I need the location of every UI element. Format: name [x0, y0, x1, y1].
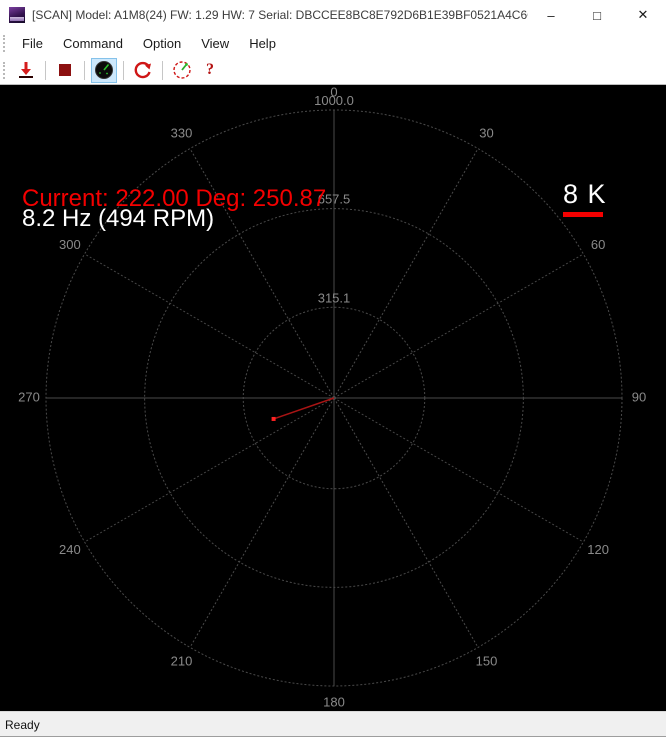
angle-tick-label: 150 — [476, 654, 498, 669]
toolbar: ? — [0, 56, 666, 85]
menubar-gripper-icon[interactable] — [3, 35, 6, 52]
polar-spoke — [334, 398, 478, 647]
menu-help[interactable]: Help — [239, 32, 286, 55]
status-text: Ready — [5, 718, 40, 732]
angle-tick-label: 240 — [59, 542, 81, 557]
stop-button[interactable] — [52, 58, 78, 83]
dial-clock-icon — [171, 59, 193, 81]
minimize-button[interactable]: – — [528, 0, 574, 30]
scale-range-label: 8 K — [563, 179, 607, 209]
polar-spoke — [334, 149, 478, 398]
close-button[interactable]: ✕ — [620, 0, 666, 30]
toolbar-separator — [123, 61, 124, 80]
scan-display-area: 0306090120150180210240270300330315.1657.… — [0, 85, 666, 711]
status-bar: Ready — [0, 711, 666, 737]
polar-spoke — [334, 254, 583, 398]
needle-marker — [272, 417, 276, 421]
help-button[interactable]: ? — [197, 58, 223, 83]
angle-tick-label: 90 — [632, 389, 646, 404]
ring-value-label: 1000.0 — [314, 93, 354, 108]
scan-display-button[interactable] — [91, 58, 117, 83]
window-title: [SCAN] Model: A1M8(24) FW: 1.29 HW: 7 Se… — [32, 8, 528, 22]
menu-view[interactable]: View — [191, 32, 239, 55]
menu-option[interactable]: Option — [133, 32, 191, 55]
menu-bar: File Command Option View Help — [0, 30, 666, 56]
angle-tick-label: 270 — [18, 389, 40, 404]
angle-tick-label: 300 — [59, 237, 81, 252]
menu-command[interactable]: Command — [53, 32, 133, 55]
rotate-arrow-icon — [132, 59, 154, 81]
angle-tick-label: 60 — [591, 237, 605, 252]
toolbar-separator — [45, 61, 46, 80]
question-mark-icon: ? — [206, 61, 214, 79]
menu-file[interactable]: File — [12, 32, 53, 55]
rotate-button[interactable] — [130, 58, 156, 83]
polar-spoke — [190, 398, 334, 647]
ring-value-label: 315.1 — [318, 290, 351, 305]
angle-tick-label: 180 — [323, 694, 345, 709]
app-logo-icon[interactable] — [9, 7, 25, 23]
angle-tick-label: 30 — [479, 125, 493, 140]
download-arrow-icon — [15, 59, 37, 81]
angle-tick-label: 210 — [171, 654, 193, 669]
angle-tick-label: 330 — [171, 125, 193, 140]
polar-spoke — [334, 398, 583, 542]
polar-spoke — [85, 254, 334, 398]
toolbar-separator — [162, 61, 163, 80]
window-controls: – □ ✕ — [528, 0, 666, 30]
measure-button[interactable] — [169, 58, 195, 83]
toolbar-separator — [84, 61, 85, 80]
polar-spoke — [85, 398, 334, 542]
radar-scope-icon — [93, 59, 115, 81]
scale-underline — [563, 212, 603, 217]
app-logo-band — [10, 17, 24, 21]
app-window: [SCAN] Model: A1M8(24) FW: 1.29 HW: 7 Se… — [0, 0, 666, 737]
frequency-readout-text: 8.2 Hz (494 RPM) — [22, 206, 214, 232]
download-button[interactable] — [13, 58, 39, 83]
angle-tick-label: 120 — [587, 542, 609, 557]
toolbar-gripper-icon[interactable] — [3, 62, 6, 79]
stop-square-icon — [54, 59, 76, 81]
titlebar: [SCAN] Model: A1M8(24) FW: 1.29 HW: 7 Se… — [0, 0, 666, 30]
needle-line — [274, 398, 334, 419]
maximize-button[interactable]: □ — [574, 0, 620, 30]
